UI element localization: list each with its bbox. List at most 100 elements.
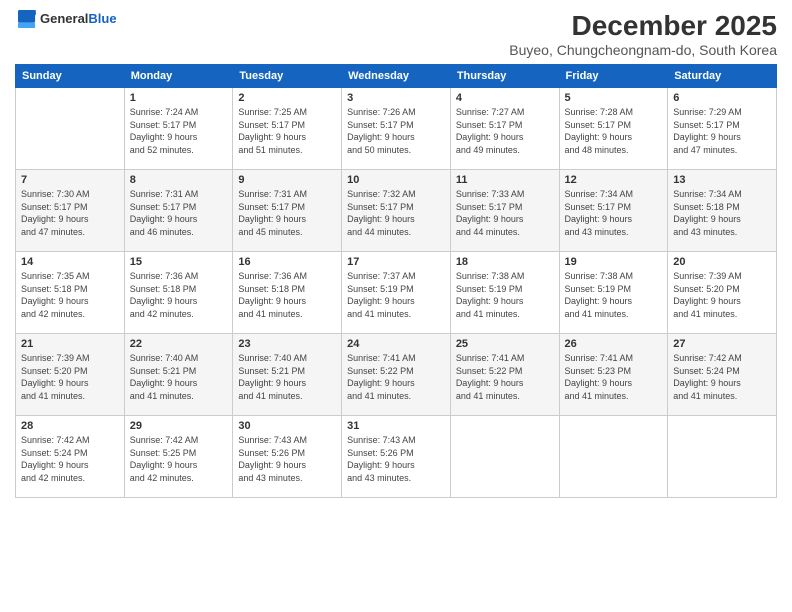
day-number: 3 bbox=[347, 92, 445, 104]
day-number: 30 bbox=[238, 420, 336, 432]
calendar-cell: 10Sunrise: 7:32 AMSunset: 5:17 PMDayligh… bbox=[342, 170, 451, 252]
day-number: 7 bbox=[21, 174, 119, 186]
day-of-week-header: Friday bbox=[559, 65, 668, 88]
day-number: 11 bbox=[456, 174, 554, 186]
calendar-cell bbox=[559, 416, 668, 498]
day-info: Sunrise: 7:39 AMSunset: 5:20 PMDaylight:… bbox=[21, 352, 119, 402]
calendar-cell: 19 Sunrise: 7:38 AMSunset: 5:19 PMDayligh… bbox=[559, 252, 668, 334]
day-info: Sunrise: 7:41 AMSunset: 5:22 PMDaylight:… bbox=[347, 352, 445, 402]
title-block: December 2025 Buyeo, Chungcheongnam-do, … bbox=[509, 10, 777, 58]
calendar-cell: 8 Sunrise: 7:31 AMSunset: 5:17 PMDaylight… bbox=[124, 170, 233, 252]
calendar-cell: 22Sunrise: 7:40 AMSunset: 5:21 PMDayligh… bbox=[124, 334, 233, 416]
calendar-body: 1 Sunrise: 7:24 AMSunset: 5:17 PMDaylight… bbox=[16, 88, 777, 498]
calendar-cell: 29Sunrise: 7:42 AMSunset: 5:25 PMDayligh… bbox=[124, 416, 233, 498]
calendar-week-row: 21 Sunrise: 7:39 AMSunset: 5:20 PMDayligh… bbox=[16, 334, 777, 416]
day-of-week-header: Wednesday bbox=[342, 65, 451, 88]
logo: GeneralBlue bbox=[15, 10, 117, 28]
logo-text: GeneralBlue bbox=[40, 10, 117, 28]
calendar-cell bbox=[16, 88, 125, 170]
day-number: 2 bbox=[238, 92, 336, 104]
day-number: 12 bbox=[565, 174, 663, 186]
day-number: 9 bbox=[238, 174, 336, 186]
day-info: Sunrise: 7:25 AMSunset: 5:17 PMDaylight:… bbox=[238, 106, 336, 156]
calendar-cell: 12 Sunrise: 7:34 AMSunset: 5:17 PMDayligh… bbox=[559, 170, 668, 252]
day-info: Sunrise: 7:24 AMSunset: 5:17 PMDaylight:… bbox=[130, 106, 228, 156]
day-number: 31 bbox=[347, 420, 445, 432]
generalblue-logo-icon bbox=[18, 10, 36, 28]
day-number: 5 bbox=[565, 92, 663, 104]
day-info: Sunrise: 7:36 AMSunset: 5:18 PMDaylight:… bbox=[238, 270, 336, 320]
day-info: Sunrise: 7:36 AMSunset: 5:18 PMDaylight:… bbox=[130, 270, 228, 320]
day-info: Sunrise: 7:31 AMSunset: 5:17 PMDaylight:… bbox=[238, 188, 336, 238]
day-number: 19 bbox=[565, 256, 663, 268]
day-of-week-header: Monday bbox=[124, 65, 233, 88]
page: GeneralBlue December 2025 Buyeo, Chungch… bbox=[0, 0, 792, 612]
calendar-week-row: 7 Sunrise: 7:30 AMSunset: 5:17 PMDaylight… bbox=[16, 170, 777, 252]
day-number: 21 bbox=[21, 338, 119, 350]
day-number: 15 bbox=[130, 256, 228, 268]
day-number: 29 bbox=[130, 420, 228, 432]
day-number: 14 bbox=[21, 256, 119, 268]
day-info: Sunrise: 7:38 AMSunset: 5:19 PMDaylight:… bbox=[565, 270, 663, 320]
calendar-cell: 21 Sunrise: 7:39 AMSunset: 5:20 PMDayligh… bbox=[16, 334, 125, 416]
day-info: Sunrise: 7:26 AMSunset: 5:17 PMDaylight:… bbox=[347, 106, 445, 156]
calendar-cell: 3 Sunrise: 7:26 AMSunset: 5:17 PMDaylight… bbox=[342, 88, 451, 170]
calendar-cell: 2 Sunrise: 7:25 AMSunset: 5:17 PMDaylight… bbox=[233, 88, 342, 170]
day-info: Sunrise: 7:34 AMSunset: 5:17 PMDaylight:… bbox=[565, 188, 663, 238]
calendar-cell: 26 Sunrise: 7:41 AMSunset: 5:23 PMDayligh… bbox=[559, 334, 668, 416]
day-number: 27 bbox=[673, 338, 771, 350]
calendar-week-row: 14 Sunrise: 7:35 AMSunset: 5:18 PMDayligh… bbox=[16, 252, 777, 334]
month-title: December 2025 bbox=[509, 10, 777, 42]
day-number: 24 bbox=[347, 338, 445, 350]
calendar-table: SundayMondayTuesdayWednesdayThursdayFrid… bbox=[15, 64, 777, 498]
day-number: 20 bbox=[673, 256, 771, 268]
day-number: 25 bbox=[456, 338, 554, 350]
day-info: Sunrise: 7:28 AMSunset: 5:17 PMDaylight:… bbox=[565, 106, 663, 156]
calendar-cell: 20Sunrise: 7:39 AMSunset: 5:20 PMDayligh… bbox=[668, 252, 777, 334]
day-number: 17 bbox=[347, 256, 445, 268]
day-info: Sunrise: 7:40 AMSunset: 5:21 PMDaylight:… bbox=[238, 352, 336, 402]
calendar-cell bbox=[450, 416, 559, 498]
day-info: Sunrise: 7:43 AMSunset: 5:26 PMDaylight:… bbox=[347, 434, 445, 484]
day-info: Sunrise: 7:35 AMSunset: 5:18 PMDaylight:… bbox=[21, 270, 119, 320]
calendar-cell: 25 Sunrise: 7:41 AMSunset: 5:22 PMDayligh… bbox=[450, 334, 559, 416]
calendar-cell: 30 Sunrise: 7:43 AMSunset: 5:26 PMDayligh… bbox=[233, 416, 342, 498]
day-info: Sunrise: 7:27 AMSunset: 5:17 PMDaylight:… bbox=[456, 106, 554, 156]
calendar-cell: 31 Sunrise: 7:43 AMSunset: 5:26 PMDayligh… bbox=[342, 416, 451, 498]
day-number: 8 bbox=[130, 174, 228, 186]
day-info: Sunrise: 7:43 AMSunset: 5:26 PMDaylight:… bbox=[238, 434, 336, 484]
calendar-cell: 28 Sunrise: 7:42 AMSunset: 5:24 PMDayligh… bbox=[16, 416, 125, 498]
day-of-week-header: Thursday bbox=[450, 65, 559, 88]
calendar-cell: 13Sunrise: 7:34 AMSunset: 5:18 PMDayligh… bbox=[668, 170, 777, 252]
day-number: 1 bbox=[130, 92, 228, 104]
calendar-cell bbox=[668, 416, 777, 498]
calendar-cell: 9 Sunrise: 7:31 AMSunset: 5:17 PMDaylight… bbox=[233, 170, 342, 252]
day-info: Sunrise: 7:37 AMSunset: 5:19 PMDaylight:… bbox=[347, 270, 445, 320]
calendar-cell: 15 Sunrise: 7:36 AMSunset: 5:18 PMDayligh… bbox=[124, 252, 233, 334]
day-info: Sunrise: 7:42 AMSunset: 5:24 PMDaylight:… bbox=[21, 434, 119, 484]
day-info: Sunrise: 7:31 AMSunset: 5:17 PMDaylight:… bbox=[130, 188, 228, 238]
day-number: 28 bbox=[21, 420, 119, 432]
calendar-week-row: 28 Sunrise: 7:42 AMSunset: 5:24 PMDayligh… bbox=[16, 416, 777, 498]
header: GeneralBlue December 2025 Buyeo, Chungch… bbox=[15, 10, 777, 58]
location-subtitle: Buyeo, Chungcheongnam-do, South Korea bbox=[509, 42, 777, 58]
day-number: 26 bbox=[565, 338, 663, 350]
day-of-week-header: Saturday bbox=[668, 65, 777, 88]
calendar-cell: 18Sunrise: 7:38 AMSunset: 5:19 PMDayligh… bbox=[450, 252, 559, 334]
day-of-week-header: Sunday bbox=[16, 65, 125, 88]
calendar-cell: 27Sunrise: 7:42 AMSunset: 5:24 PMDayligh… bbox=[668, 334, 777, 416]
calendar-week-row: 1 Sunrise: 7:24 AMSunset: 5:17 PMDaylight… bbox=[16, 88, 777, 170]
day-number: 6 bbox=[673, 92, 771, 104]
calendar-cell: 16 Sunrise: 7:36 AMSunset: 5:18 PMDayligh… bbox=[233, 252, 342, 334]
day-info: Sunrise: 7:30 AMSunset: 5:17 PMDaylight:… bbox=[21, 188, 119, 238]
day-info: Sunrise: 7:41 AMSunset: 5:22 PMDaylight:… bbox=[456, 352, 554, 402]
day-of-week-header: Tuesday bbox=[233, 65, 342, 88]
calendar-cell: 7 Sunrise: 7:30 AMSunset: 5:17 PMDaylight… bbox=[16, 170, 125, 252]
calendar-cell: 17 Sunrise: 7:37 AMSunset: 5:19 PMDayligh… bbox=[342, 252, 451, 334]
day-number: 23 bbox=[238, 338, 336, 350]
day-info: Sunrise: 7:40 AMSunset: 5:21 PMDaylight:… bbox=[130, 352, 228, 402]
day-info: Sunrise: 7:41 AMSunset: 5:23 PMDaylight:… bbox=[565, 352, 663, 402]
calendar-cell: 23 Sunrise: 7:40 AMSunset: 5:21 PMDayligh… bbox=[233, 334, 342, 416]
day-number: 16 bbox=[238, 256, 336, 268]
calendar-cell: 14 Sunrise: 7:35 AMSunset: 5:18 PMDayligh… bbox=[16, 252, 125, 334]
